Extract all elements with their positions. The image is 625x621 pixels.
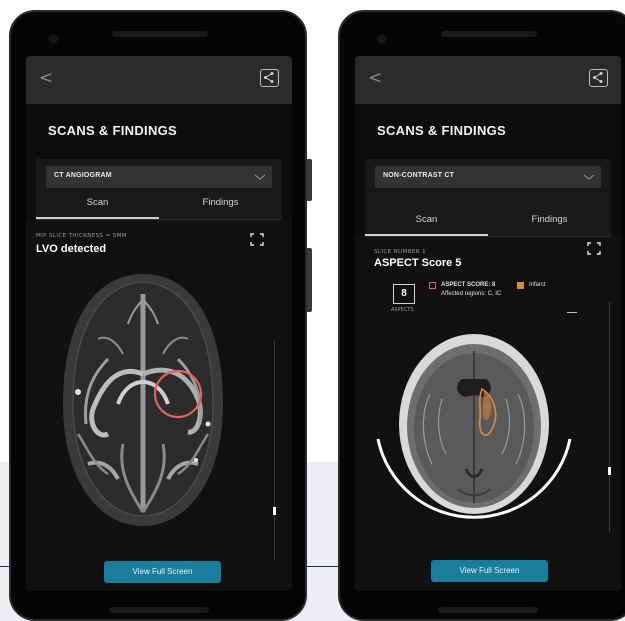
front-camera [377, 34, 387, 44]
view-full-screen-button[interactable]: View Full Screen [431, 560, 548, 582]
image-scrollbar-thumb[interactable] [273, 507, 276, 515]
earpiece-speaker [112, 31, 208, 37]
chevron-left-icon[interactable]: < [39, 68, 53, 88]
phone-left: < SCANS & FINDINGS CT ANGIOGRAM Scan Fin… [9, 10, 312, 621]
screen: < SCANS & FINDINGS CT ANGIOGRAM Scan Fin… [26, 56, 292, 591]
aspects-caption: ASPECTS [391, 307, 414, 313]
power-button [307, 248, 312, 312]
fullscreen-icon[interactable] [587, 242, 601, 255]
earpiece-speaker [441, 31, 537, 37]
aspect-score-label: ASPECT SCORE: 8 [441, 282, 496, 288]
aspects-score-box: 8 [393, 284, 415, 304]
tab-scan[interactable]: Scan [36, 197, 159, 219]
bottom-speaker [109, 607, 209, 613]
scan-viewer: SLICE NUMBER 1 ASPECT Score 5 8 ASPECTS … [355, 237, 621, 591]
scan-viewer: MIP SLICE THICKNESS = 5MM LVO detected V… [26, 220, 292, 591]
slice-number-label: SLICE NUMBER 1 [374, 249, 427, 255]
dropdown-value: CT ANGIOGRAM [54, 172, 112, 179]
image-scrollbar[interactable] [609, 302, 610, 532]
volume-button [307, 159, 312, 201]
slice-marker [567, 312, 577, 313]
ct-angiogram-image[interactable] [48, 264, 238, 534]
tab-findings[interactable]: Findings [488, 214, 611, 236]
aspect-score-legend-swatch [429, 282, 436, 289]
view-full-screen-button[interactable]: View Full Screen [104, 561, 221, 583]
infarct-legend-label: Infarct [529, 282, 546, 288]
fullscreen-icon[interactable] [250, 233, 264, 246]
page-title: SCANS & FINDINGS [48, 123, 178, 138]
screen: < SCANS & FINDINGS NON-CONTRAST CT Scan … [355, 56, 621, 591]
top-bar: < [355, 56, 621, 104]
front-camera [48, 34, 58, 44]
dropdown-value: NON-CONTRAST CT [383, 172, 455, 179]
slice-thickness-label: MIP SLICE THICKNESS = 5MM [36, 233, 127, 239]
image-scrollbar[interactable] [274, 340, 275, 560]
tab-findings[interactable]: Findings [159, 197, 282, 219]
finding-headline: ASPECT Score 5 [374, 257, 462, 269]
phone-right: < SCANS & FINDINGS NON-CONTRAST CT Scan … [338, 10, 625, 621]
chevron-down-icon [254, 174, 266, 180]
image-scrollbar-thumb[interactable] [608, 467, 611, 475]
finding-headline: LVO detected [36, 243, 107, 255]
scan-type-dropdown[interactable]: NON-CONTRAST CT [375, 166, 601, 188]
affected-regions-label: Affected regions: C, IC [441, 291, 502, 297]
share-icon[interactable] [589, 69, 608, 87]
share-icon[interactable] [260, 69, 279, 87]
non-contrast-ct-image[interactable] [370, 319, 580, 529]
top-bar: < [26, 56, 292, 104]
bottom-speaker [438, 607, 538, 613]
infarct-legend-swatch [517, 282, 524, 289]
page-title: SCANS & FINDINGS [377, 123, 507, 138]
scan-type-dropdown[interactable]: CT ANGIOGRAM [46, 166, 272, 188]
tab-scan[interactable]: Scan [365, 214, 488, 236]
chevron-down-icon [583, 174, 595, 180]
chevron-left-icon[interactable]: < [368, 68, 382, 88]
